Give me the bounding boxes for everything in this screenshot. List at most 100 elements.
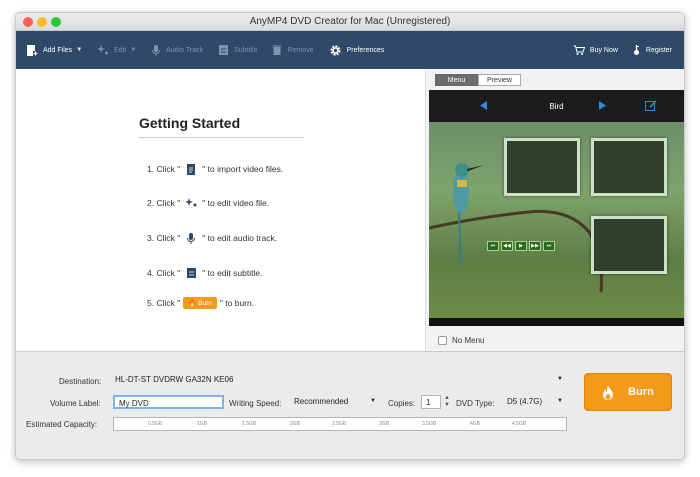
microphone-icon (152, 44, 161, 56)
trash-icon (272, 45, 282, 55)
volume-label-label: Volume Label: (50, 399, 101, 408)
chevron-down-icon: ▼ (557, 398, 563, 404)
menu-preview-toggle: Menu Preview (435, 74, 521, 86)
dvd-type-value: D5 (4.7G) (507, 397, 543, 406)
register-button[interactable]: Register (632, 31, 672, 69)
step-suffix: " to edit audio track. (202, 233, 278, 243)
step-suffix: " to import video files. (202, 164, 284, 174)
copies-stepper[interactable]: ▲ ▼ (444, 395, 450, 409)
playback-controls: ⏮ ◀◀ ▶ ▶▶ ⏭ (487, 241, 557, 251)
register-label: Register (645, 46, 672, 54)
step-3: 3. Click " " to edit audio track. (147, 231, 277, 245)
copies-input[interactable]: 1 (421, 395, 441, 409)
first-chapter-icon[interactable]: ⏮ (487, 241, 499, 251)
edit-sparkle-icon (184, 196, 198, 210)
destination-label: Destination: (59, 377, 102, 386)
writing-speed-value: Recommended (294, 397, 349, 406)
step-prefix: 3. Click " (147, 233, 181, 243)
step-prefix: 4. Click " (147, 268, 181, 278)
step-2: 2. Click " " to edit video file. (147, 196, 269, 210)
play-icon[interactable]: ▶ (515, 241, 527, 251)
flame-icon (603, 384, 614, 400)
next-arrow-icon[interactable] (598, 101, 606, 110)
menu-preview: Bird ⏮ ◀◀ ▶ ▶▶ ⏭ (429, 90, 684, 326)
last-chapter-icon[interactable]: ⏭ (543, 241, 555, 251)
step-prefix: 1. Click " (147, 164, 181, 174)
chapter-thumbnail-3[interactable] (591, 216, 667, 274)
burn-mini-label: Burn (198, 300, 212, 307)
audio-track-button[interactable]: Audio Track (151, 31, 203, 69)
edit-button[interactable]: Edit ▼ (97, 31, 136, 69)
audio-track-label: Audio Track (166, 46, 204, 54)
title-divider (139, 137, 304, 138)
chevron-down-icon: ▼ (557, 376, 563, 382)
chevron-down-icon: ▼ (76, 47, 83, 53)
app-window: AnyMP4 DVD Creator for Mac (Unregistered… (15, 12, 685, 460)
subtitle-icon (219, 45, 229, 55)
step-suffix: " to edit video file. (202, 198, 270, 208)
getting-started-panel: Getting Started 1. Click " " to import v… (16, 70, 425, 351)
add-file-icon (27, 44, 38, 56)
no-menu-label: No Menu (452, 336, 485, 345)
dvd-type-select[interactable]: D5 (4.7G) ▼ (505, 395, 567, 409)
burn-button[interactable]: Burn (584, 373, 672, 411)
capacity-tick: 1GB (197, 421, 208, 427)
destination-select[interactable]: HL-DT-ST DVDRW GA32N KE06 ▼ (113, 373, 567, 387)
capacity-bar: 0.5GB 1GB 1.5GB 2GB 2.5GB 3GB 3.5GB 4GB … (113, 417, 567, 431)
rewind-icon[interactable]: ◀◀ (501, 241, 513, 251)
capacity-tick: 4GB (470, 421, 481, 427)
copies-label: Copies: (388, 399, 416, 408)
getting-started-title: Getting Started (139, 115, 241, 131)
capacity-tick: 3GB (379, 421, 390, 427)
fast-forward-icon[interactable]: ▶▶ (529, 241, 541, 251)
preferences-label: Preferences (346, 46, 385, 54)
writing-speed-select[interactable]: Recommended ▼ (292, 395, 380, 409)
gear-icon (329, 44, 341, 56)
tab-preview[interactable]: Preview (478, 74, 521, 86)
window-title: AnyMP4 DVD Creator for Mac (Unregistered… (249, 16, 451, 27)
add-file-icon (184, 162, 198, 176)
checkbox-box[interactable] (438, 336, 447, 345)
add-files-button[interactable]: Add Files ▼ (26, 31, 82, 69)
toolbar-right: Buy Now Register (559, 31, 672, 69)
capacity-tick: 2GB (290, 421, 301, 427)
remove-label: Remove (287, 46, 314, 54)
buy-now-label: Buy Now (589, 46, 618, 54)
edit-sparkle-icon (97, 45, 109, 55)
subtitle-button[interactable]: Subtitle (218, 31, 257, 69)
add-files-label: Add Files (43, 46, 73, 54)
microphone-icon (184, 231, 198, 245)
tab-menu[interactable]: Menu (435, 74, 478, 86)
edit-menu-icon[interactable] (645, 100, 657, 112)
chapter-thumbnail-1[interactable] (504, 138, 580, 196)
capacity-tick: 2.5GB (332, 421, 347, 427)
subtitle-label: Subtitle (234, 46, 258, 54)
writing-speed-label: Writing Speed: (229, 399, 282, 408)
main-content: Getting Started 1. Click " " to import v… (16, 70, 684, 351)
burn-settings-panel: Destination: HL-DT-ST DVDRW GA32N KE06 ▼… (16, 351, 684, 459)
step-suffix: " to edit subtitle. (202, 268, 263, 278)
remove-button[interactable]: Remove (272, 31, 314, 69)
volume-label-input[interactable]: My DVD (113, 395, 224, 409)
chapter-thumbnail-2[interactable] (591, 138, 667, 196)
capacity-tick: 0.5GB (148, 421, 163, 427)
step-suffix: " to burn. (219, 298, 255, 308)
estimated-capacity-label: Estimated Capacity: (26, 420, 98, 429)
capacity-tick: 3.5GB (422, 421, 437, 427)
no-menu-checkbox[interactable]: No Menu (438, 336, 484, 345)
title-bar: AnyMP4 DVD Creator for Mac (Unregistered… (16, 13, 684, 31)
buy-now-button[interactable]: Buy Now (573, 31, 618, 69)
dvd-type-label: DVD Type: (456, 399, 495, 408)
preferences-button[interactable]: Preferences (329, 31, 385, 69)
step-prefix: 2. Click " (147, 198, 181, 208)
menu-background-image: ⏮ ◀◀ ▶ ▶▶ ⏭ (429, 122, 684, 318)
key-icon (633, 45, 639, 55)
capacity-tick: 1.5GB (242, 421, 257, 427)
toolbar: Add Files ▼ Edit ▼ Audio Track Subtitle … (16, 31, 684, 69)
flame-icon: 🔥 (188, 300, 197, 307)
chevron-down-icon: ▼ (130, 47, 137, 53)
step-1: 1. Click " " to import video files. (147, 162, 283, 176)
step-5: 5. Click " 🔥 Burn " to burn. (147, 297, 254, 309)
step-4: 4. Click " " to edit subtitle. (147, 266, 262, 280)
subtitle-icon (184, 266, 198, 280)
